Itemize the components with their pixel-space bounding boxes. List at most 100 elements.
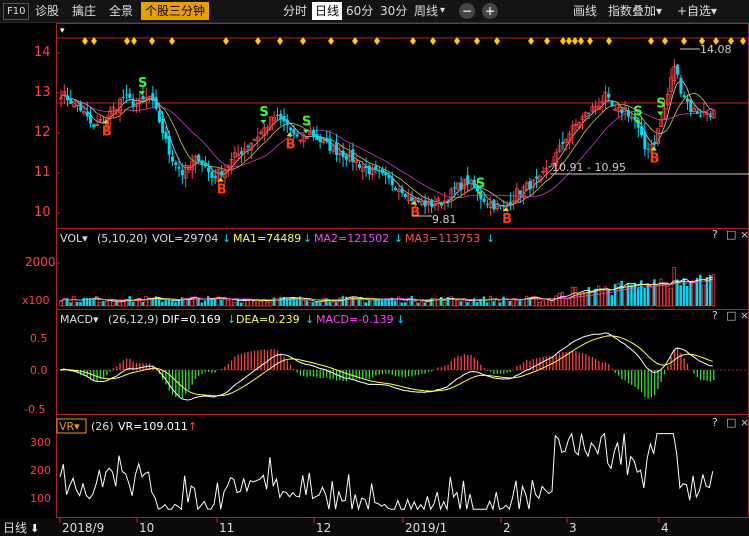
tab-weekly[interactable]: 周线 (414, 2, 438, 20)
close-button[interactable]: × (740, 228, 749, 241)
macd-value: MACD=-0.139 (316, 313, 394, 326)
vol-unit: x100 (22, 294, 50, 307)
candle-down (121, 96, 125, 98)
maximize-button[interactable]: □ (726, 228, 736, 241)
f10-button[interactable]: F10 (3, 3, 30, 20)
tab-daily[interactable]: 日线 (312, 2, 343, 20)
vol-value: VOL=29704 (152, 232, 218, 245)
volume-bar-up (436, 299, 440, 307)
candle-down (213, 176, 217, 179)
volume-bar-down (207, 296, 210, 306)
x-tick: 2018/9 (62, 521, 104, 535)
volume-bar-up (554, 295, 558, 307)
volume-bar-down (610, 295, 614, 306)
volume-bar-up (442, 302, 447, 307)
volume-bar-up (583, 292, 588, 307)
volume-bar-down (633, 282, 636, 306)
zoom-out-button[interactable]: − (459, 3, 475, 19)
volume-bar-down (79, 301, 82, 306)
dealer-button[interactable]: 擒庄 (72, 2, 96, 20)
volume-bar-down (164, 300, 167, 306)
candle-down (197, 154, 201, 162)
buy-signal: B (217, 182, 227, 197)
volume-bar-down (335, 302, 338, 306)
candle-down (679, 77, 683, 94)
volume-bar-down (446, 297, 450, 306)
candle-down (292, 129, 296, 134)
add-watchlist-button[interactable]: +自选▾ (677, 2, 717, 20)
macd-tick: 0.5 (30, 332, 48, 345)
macd-dea: DEA=0.239 (236, 313, 300, 326)
candle-down (430, 199, 434, 207)
maximize-button[interactable]: □ (726, 416, 736, 429)
tab-intraday[interactable]: 分时 (283, 2, 307, 20)
volume-bar-up (551, 301, 555, 307)
macd-params: (26,12,9) (108, 313, 159, 326)
volume-bar-down (499, 302, 502, 306)
macd-dif-line (59, 332, 713, 401)
vr-tick: 100 (30, 492, 51, 505)
volume-bar-down (177, 299, 181, 306)
volume-bar-down (682, 278, 686, 306)
candle-down (528, 180, 532, 190)
help-button[interactable]: ? (712, 228, 718, 241)
macd-indicator-select[interactable]: MACD▾ (60, 313, 99, 326)
candle-down (390, 177, 394, 186)
volume-bar-up (252, 301, 256, 307)
close-button[interactable]: × (740, 416, 749, 429)
candle-down (508, 201, 512, 206)
help-button[interactable]: ? (712, 416, 718, 429)
stock-chart[interactable]: ▾ BBBB BBSSSSSS 14 13 12 11 10 14.08 9.81… (0, 23, 749, 536)
macd-dif: DIF=0.169 (162, 313, 221, 326)
vr-header: VR▾ (26) VR=109.011 ↑ (59, 420, 197, 433)
price-tick: 11 (34, 165, 51, 180)
candle-down (315, 133, 319, 141)
volume-bar-up (672, 267, 676, 307)
volume-bar-down (344, 296, 348, 306)
vol-ma3: MA3=113753 (405, 232, 480, 245)
menu-arrow-icon[interactable]: ▾ (60, 26, 65, 36)
x-tick: 4 (661, 521, 669, 535)
panel-controls: ? □ ×? □ ×? □ × (712, 228, 749, 429)
volume-bar-down (482, 296, 486, 306)
tab-30min[interactable]: 30分 (380, 2, 407, 20)
vr-value: VR=109.011 (118, 420, 188, 433)
maximize-button[interactable]: □ (726, 309, 736, 322)
volume-bar-down (620, 280, 623, 306)
candle-down (695, 111, 699, 114)
volume-bar-up (577, 292, 581, 307)
candle-down (685, 98, 689, 102)
volume-bar-down (102, 301, 105, 306)
candle-down (446, 200, 450, 202)
volume-bar-up (560, 292, 565, 307)
period-select[interactable]: 日线 (3, 521, 27, 535)
volume-bar-up (544, 298, 548, 307)
volume-bar-down (459, 301, 463, 306)
x-axis-bar (0, 518, 749, 536)
macd-tick: 0.0 (30, 364, 48, 377)
header-arrows: ↓ ↓ ↓ ↓ ↓ ↓ ↓ (222, 232, 495, 326)
price-axis: 14 13 12 11 10 (34, 45, 51, 220)
overview-button[interactable]: 全景 (109, 2, 133, 20)
candle-down (357, 164, 361, 168)
vol-indicator-select[interactable]: VOL▾ (60, 232, 88, 245)
index-overlay-button[interactable]: 指数叠加▾ (608, 2, 662, 20)
candle-down (502, 206, 506, 208)
help-button[interactable]: ? (712, 309, 718, 322)
candle-down (708, 115, 712, 118)
close-button[interactable]: × (740, 309, 749, 322)
tab-60min[interactable]: 60分 (346, 2, 373, 20)
candle-down (92, 124, 96, 128)
volume-bar-up (105, 301, 109, 307)
draw-line-button[interactable]: 画线 (573, 2, 597, 20)
arrow-down-icon[interactable]: ⬇ (30, 522, 39, 535)
candle-down (535, 176, 539, 179)
three-minute-button[interactable]: 个股三分钟 (141, 2, 210, 20)
zoom-in-button[interactable]: + (482, 3, 498, 19)
chevron-down-icon[interactable]: ▾ (440, 2, 445, 20)
candle-down (285, 119, 289, 125)
macd-lines (59, 332, 713, 401)
candle-down (279, 113, 283, 120)
diagnose-button[interactable]: 诊股 (35, 2, 59, 20)
vr-indicator-select[interactable]: VR▾ (59, 420, 80, 433)
